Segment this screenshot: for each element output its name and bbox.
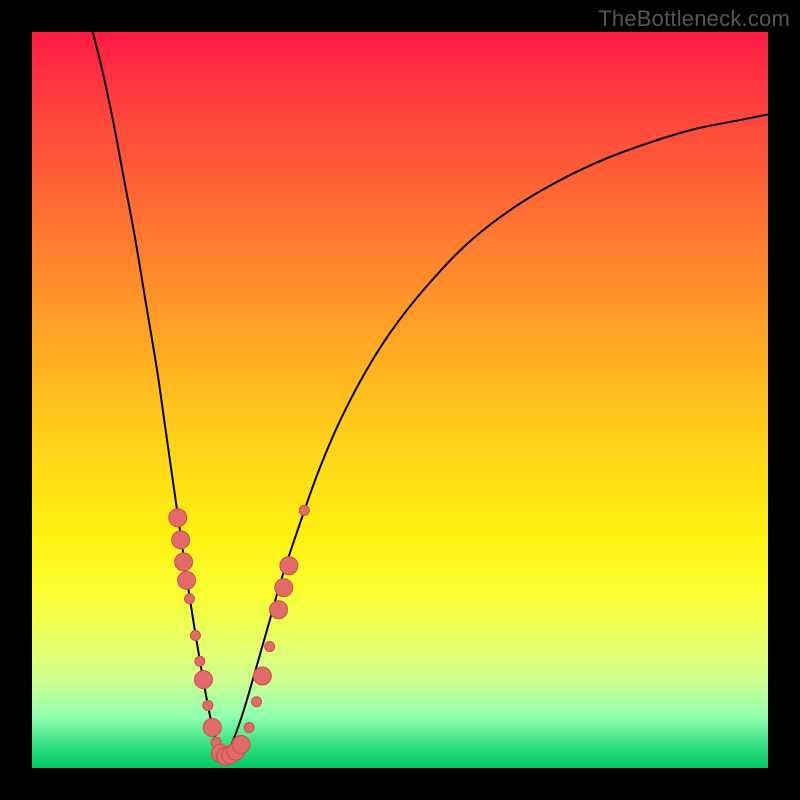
data-marker [280,557,298,575]
data-marker [299,505,309,515]
data-marker [203,700,213,710]
data-marker [190,631,200,641]
curve-left-curve [91,25,222,757]
data-marker [265,642,275,652]
data-marker [275,579,293,597]
chart-svg [0,0,800,800]
data-marker [253,667,271,685]
data-marker [185,594,195,604]
data-marker [169,509,187,527]
data-marker [232,735,250,753]
data-marker [195,656,205,666]
curve-right-curve [222,114,768,757]
data-marker [194,671,212,689]
data-marker [244,723,254,733]
data-marker [172,531,190,549]
data-marker [178,571,196,589]
data-marker [175,553,193,571]
data-marker [251,697,261,707]
data-marker [203,719,221,737]
data-marker [270,601,288,619]
